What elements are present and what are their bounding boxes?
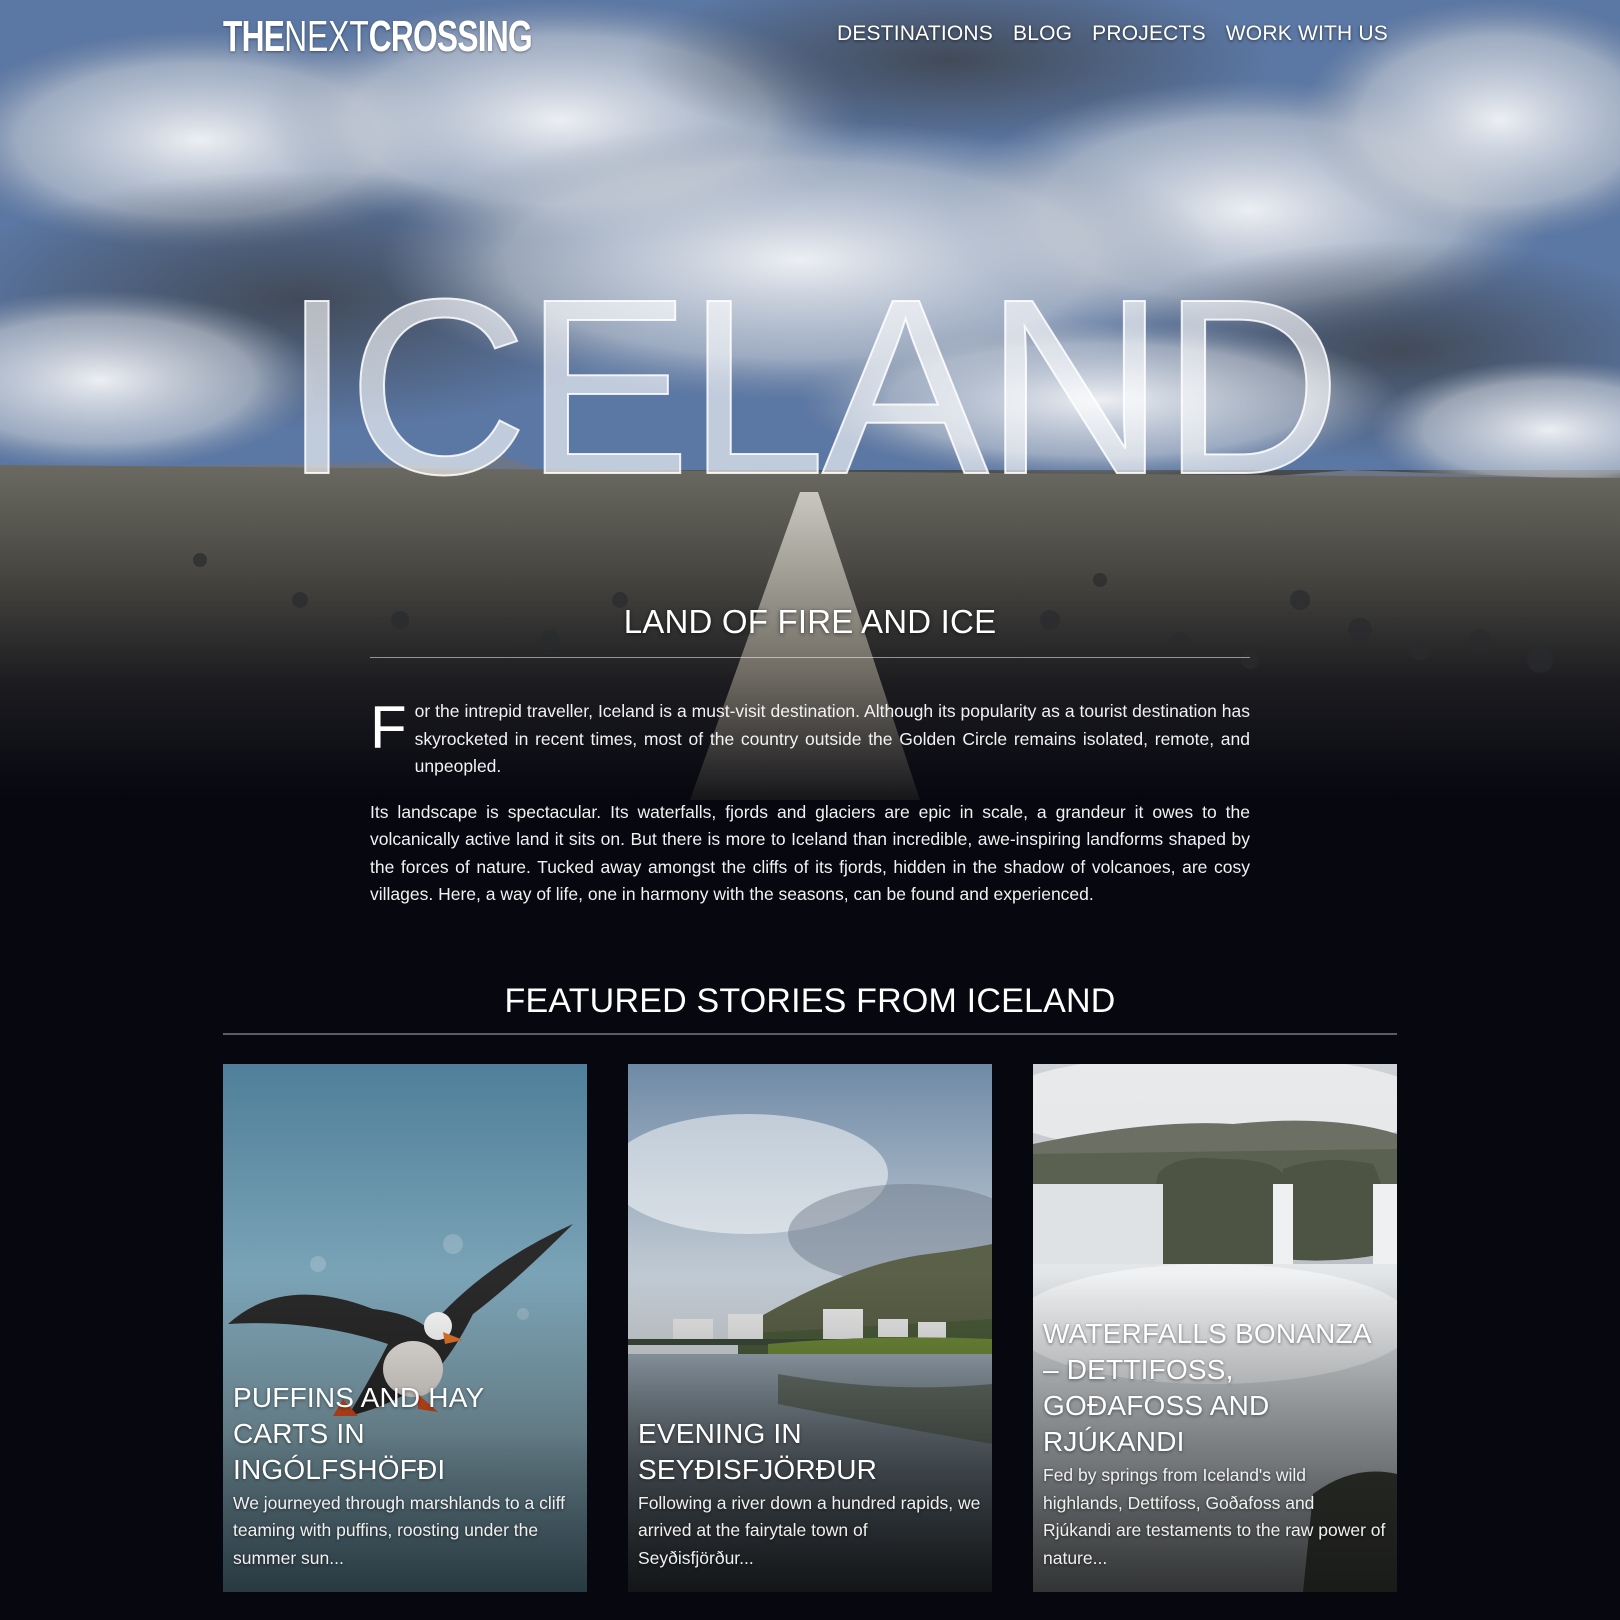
card-title[interactable]: EVENING IN SEYÐISFJÖRÐUR [638, 1416, 982, 1488]
story-card-puffins[interactable]: PUFFINS AND HAY CARTS IN INGÓLFSHÖFÐI We… [223, 1064, 587, 1592]
card-excerpt: Following a river down a hundred rapids,… [638, 1492, 981, 1568]
card-title[interactable]: PUFFINS AND HAY CARTS IN INGÓLFSHÖFÐI [233, 1380, 577, 1488]
nav-blog[interactable]: BLOG [1013, 22, 1072, 46]
dropcap: F [370, 694, 407, 761]
nav-work-with-us[interactable]: WORK WITH US [1226, 22, 1388, 46]
story-card-seydisfjordur[interactable]: EVENING IN SEYÐISFJÖRÐUR Following a riv… [628, 1064, 992, 1592]
intro-paragraph-2: Its landscape is spectacular. Its waterf… [370, 801, 1250, 905]
card-title[interactable]: WATERFALLS BONANZA – DETTIFOSS, GOÐAFOSS… [1043, 1316, 1387, 1460]
intro-text: For the intrepid traveller, Iceland is a… [370, 698, 1250, 927]
hero-title: ICELAND [281, 247, 1343, 526]
card-text: PUFFINS AND HAY CARTS IN INGÓLFSHÖFÐI We… [233, 1380, 577, 1573]
site-logo[interactable]: THE NEXT CROSSING [223, 12, 533, 62]
card-excerpt: We journeyed through marshlands to a cli… [233, 1492, 566, 1568]
hero-subtitle: LAND OF FIRE AND ICE [623, 603, 997, 640]
intro-paragraph-1-text: or the intrepid traveller, Iceland is a … [414, 701, 1250, 776]
nav-destinations[interactable]: DESTINATIONS [837, 22, 993, 46]
featured-cards: PUFFINS AND HAY CARTS IN INGÓLFSHÖFÐI We… [223, 1064, 1397, 1592]
divider [223, 1033, 1397, 1035]
logo-crossing: CROSSING [368, 12, 533, 61]
main-nav: DESTINATIONS BLOG PROJECTS WORK WITH US [837, 22, 1388, 46]
featured-title: FEATURED STORIES FROM ICELAND [504, 982, 1116, 1020]
story-card-waterfalls[interactable]: WATERFALLS BONANZA – DETTIFOSS, GOÐAFOSS… [1033, 1064, 1397, 1592]
card-text: WATERFALLS BONANZA – DETTIFOSS, GOÐAFOSS… [1043, 1316, 1387, 1572]
divider [370, 657, 1250, 658]
intro-paragraph-1: For the intrepid traveller, Iceland is a… [370, 698, 1250, 781]
card-excerpt: Fed by springs from Iceland's wild highl… [1043, 1465, 1386, 1568]
nav-projects[interactable]: PROJECTS [1092, 22, 1206, 46]
logo-the: THE [223, 12, 285, 61]
logo-next: NEXT [284, 12, 369, 61]
card-text: EVENING IN SEYÐISFJÖRÐUR Following a riv… [638, 1416, 982, 1573]
